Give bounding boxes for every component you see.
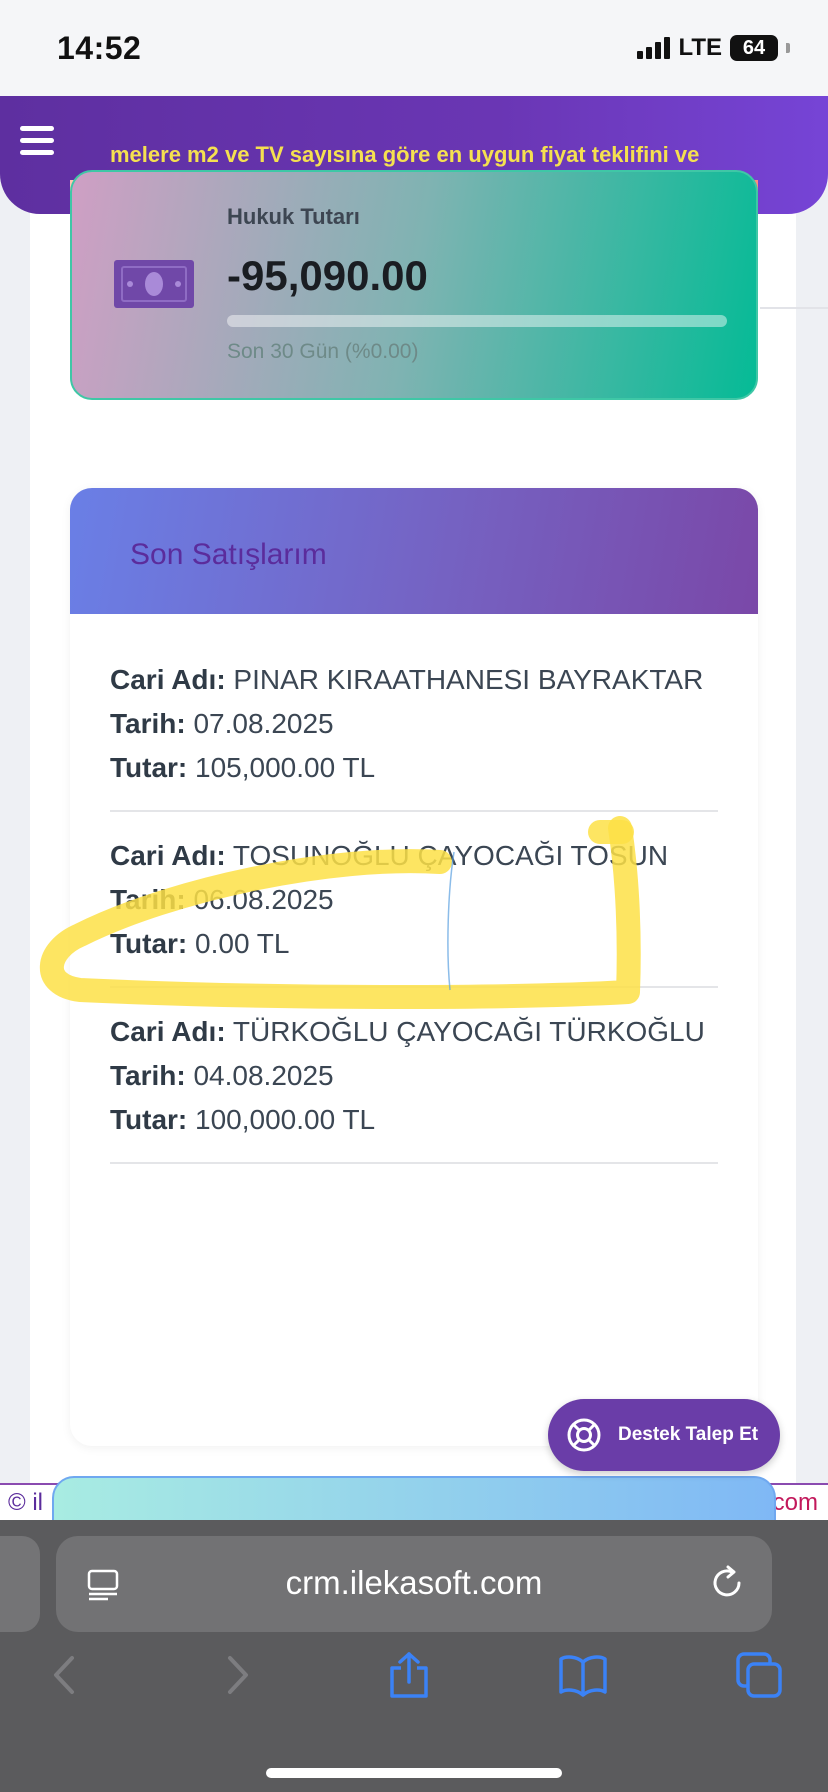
field-label: Tarih: <box>110 884 186 915</box>
divider <box>760 307 828 309</box>
bookmarks-icon[interactable] <box>558 1650 608 1700</box>
field-label: Cari Adı: <box>110 1016 226 1047</box>
stat-subtitle: Son 30 Gün (%0.00) <box>227 340 419 363</box>
signal-icon <box>637 37 671 59</box>
field-label: Tutar: <box>110 752 188 783</box>
list-item: Cari Adı: TÜRKOĞLU ÇAYOCAĞI TÜRKOĞLU Tar… <box>110 988 718 1164</box>
field-label: Tutar: <box>110 1104 188 1135</box>
announcement-marquee: melere m2 ve TV sayısına göre en uygun f… <box>110 142 700 167</box>
field-value: 06.08.2025 <box>193 884 334 915</box>
stat-progress-bar <box>227 315 727 327</box>
address-bar[interactable]: crm.ilekasoft.com <box>56 1536 772 1632</box>
lifebuoy-icon <box>567 1418 601 1452</box>
sale-date: Tarih: 06.08.2025 <box>110 878 718 922</box>
battery-icon: 64 <box>730 35 778 61</box>
hamburger-menu-icon[interactable] <box>20 126 54 156</box>
sale-amount: Tutar: 100,000.00 TL <box>110 1098 718 1142</box>
money-bill-icon <box>114 260 194 308</box>
footer-link[interactable]: com <box>773 1489 818 1517</box>
field-value: 105,000.00 TL <box>195 752 376 783</box>
status-bar: 14:52 LTE 64 <box>0 0 828 96</box>
network-type: LTE <box>678 34 722 61</box>
legal-amount-card: Hukuk Tutarı -95,090.00 Son 30 Gün (%0.0… <box>70 170 758 400</box>
field-value: 100,000.00 TL <box>195 1104 376 1135</box>
support-button-label: Destek Talep Et <box>618 1424 759 1445</box>
field-value: PINAR KIRAATHANESI BAYRAKTAR <box>233 664 704 695</box>
sale-customer: Cari Adı: PINAR KIRAATHANESI BAYRAKTAR <box>110 658 718 702</box>
field-value: TOSUNOĞLU ÇAYOCAĞI TOSUN <box>232 840 669 871</box>
list-item: Cari Adı: PINAR KIRAATHANESI BAYRAKTAR T… <box>110 648 718 812</box>
sale-date: Tarih: 04.08.2025 <box>110 1054 718 1098</box>
field-label: Cari Adı: <box>110 840 226 871</box>
forward-icon[interactable] <box>212 1650 262 1700</box>
recent-sales-card: Son Satışlarım Cari Adı: PINAR KIRAATHAN… <box>70 488 758 1446</box>
footer-copyright: © il <box>8 1489 44 1516</box>
share-icon[interactable] <box>384 1650 434 1700</box>
recent-sales-list: Cari Adı: PINAR KIRAATHANESI BAYRAKTAR T… <box>110 648 718 1164</box>
sale-customer: Cari Adı: TÜRKOĞLU ÇAYOCAĞI TÜRKOĞLU <box>110 1010 718 1054</box>
field-value: 0.00 TL <box>195 928 290 959</box>
list-item: Cari Adı: TOSUNOĞLU ÇAYOCAĞI TOSUN Tarih… <box>110 812 718 988</box>
home-indicator[interactable] <box>266 1768 562 1778</box>
field-label: Cari Adı: <box>110 664 226 695</box>
recent-sales-title: Son Satışlarım <box>130 538 327 571</box>
field-value: TÜRKOĞLU ÇAYOCAĞI TÜRKOĞLU <box>232 1016 705 1047</box>
sale-customer: Cari Adı: TOSUNOĞLU ÇAYOCAĞI TOSUN <box>110 834 718 878</box>
status-time: 14:52 <box>57 30 142 66</box>
field-label: Tarih: <box>110 1060 186 1091</box>
previous-tab[interactable] <box>0 1536 40 1632</box>
battery-cap <box>786 43 790 53</box>
field-value: 07.08.2025 <box>193 708 334 739</box>
back-icon[interactable] <box>40 1650 90 1700</box>
stat-label: Hukuk Tutarı <box>227 204 360 229</box>
field-label: Tarih: <box>110 708 186 739</box>
sale-amount: Tutar: 105,000.00 TL <box>110 746 718 790</box>
stat-value: -95,090.00 <box>227 252 428 299</box>
support-request-button[interactable]: Destek Talep Et <box>548 1399 780 1471</box>
tabs-icon[interactable] <box>734 1650 784 1700</box>
browser-toolbar: crm.ilekasoft.com <box>0 1520 828 1792</box>
url-text: crm.ilekasoft.com <box>285 1564 543 1601</box>
field-label: Tutar: <box>110 928 188 959</box>
status-indicators: LTE 64 <box>637 34 790 62</box>
browser-nav-row <box>0 1650 828 1720</box>
reload-icon[interactable] <box>708 1564 746 1602</box>
sale-amount: Tutar: 0.00 TL <box>110 922 718 966</box>
sale-date: Tarih: 07.08.2025 <box>110 702 718 746</box>
field-value: 04.08.2025 <box>193 1060 334 1091</box>
